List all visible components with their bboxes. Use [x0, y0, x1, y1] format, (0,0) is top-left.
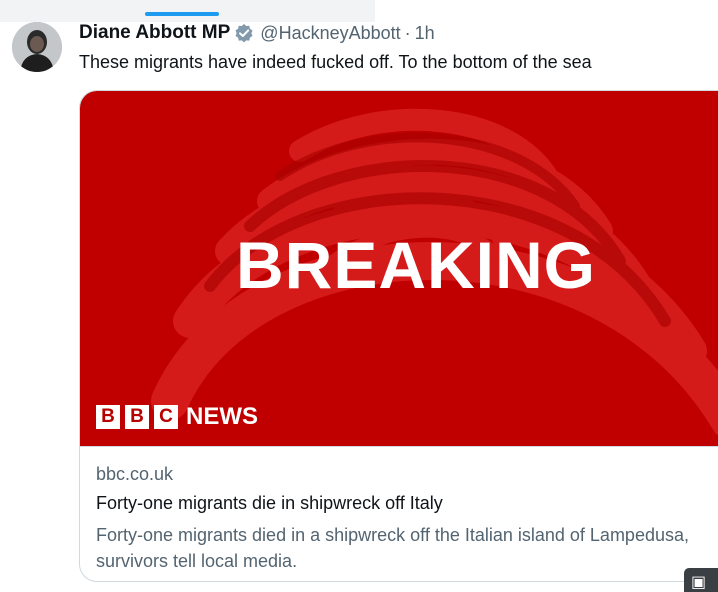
corner-button[interactable]: ▣ [684, 568, 718, 592]
tweet-header: Diane Abbott MP @HackneyAbbott · 1h [79, 20, 435, 46]
header-separator: · [404, 22, 411, 43]
author-avatar[interactable] [12, 22, 62, 72]
card-description: Forty-one migrants died in a shipwreck o… [96, 525, 689, 571]
link-preview-card[interactable]: BREAKING B B C NEWS bbc.co.uk Forty-one … [79, 90, 718, 582]
top-tab-bar [0, 0, 375, 22]
corner-button-icon: ▣ [691, 574, 707, 591]
bbc-news-logo: B B C NEWS [96, 403, 258, 431]
tweet-text: These migrants have indeed fucked off. T… [79, 52, 592, 72]
author-handle[interactable]: @HackneyAbbott [260, 23, 400, 44]
logo-block-1: B [96, 405, 120, 429]
card-domain: bbc.co.uk [96, 464, 174, 484]
logo-block-2: B [125, 405, 149, 429]
card-body: bbc.co.uk Forty-one migrants die in ship… [80, 446, 718, 581]
author-name[interactable]: Diane Abbott MP [79, 22, 230, 44]
card-image: BREAKING B B C NEWS [80, 91, 718, 446]
tweet-timestamp[interactable]: 1h [415, 23, 435, 44]
logo-news-word: NEWS [186, 403, 258, 430]
verified-badge-icon [234, 23, 254, 43]
active-tab-indicator [145, 12, 219, 16]
card-title[interactable]: Forty-one migrants die in shipwreck off … [96, 493, 443, 514]
logo-block-3: C [154, 405, 178, 429]
breaking-headline: BREAKING [236, 228, 597, 302]
